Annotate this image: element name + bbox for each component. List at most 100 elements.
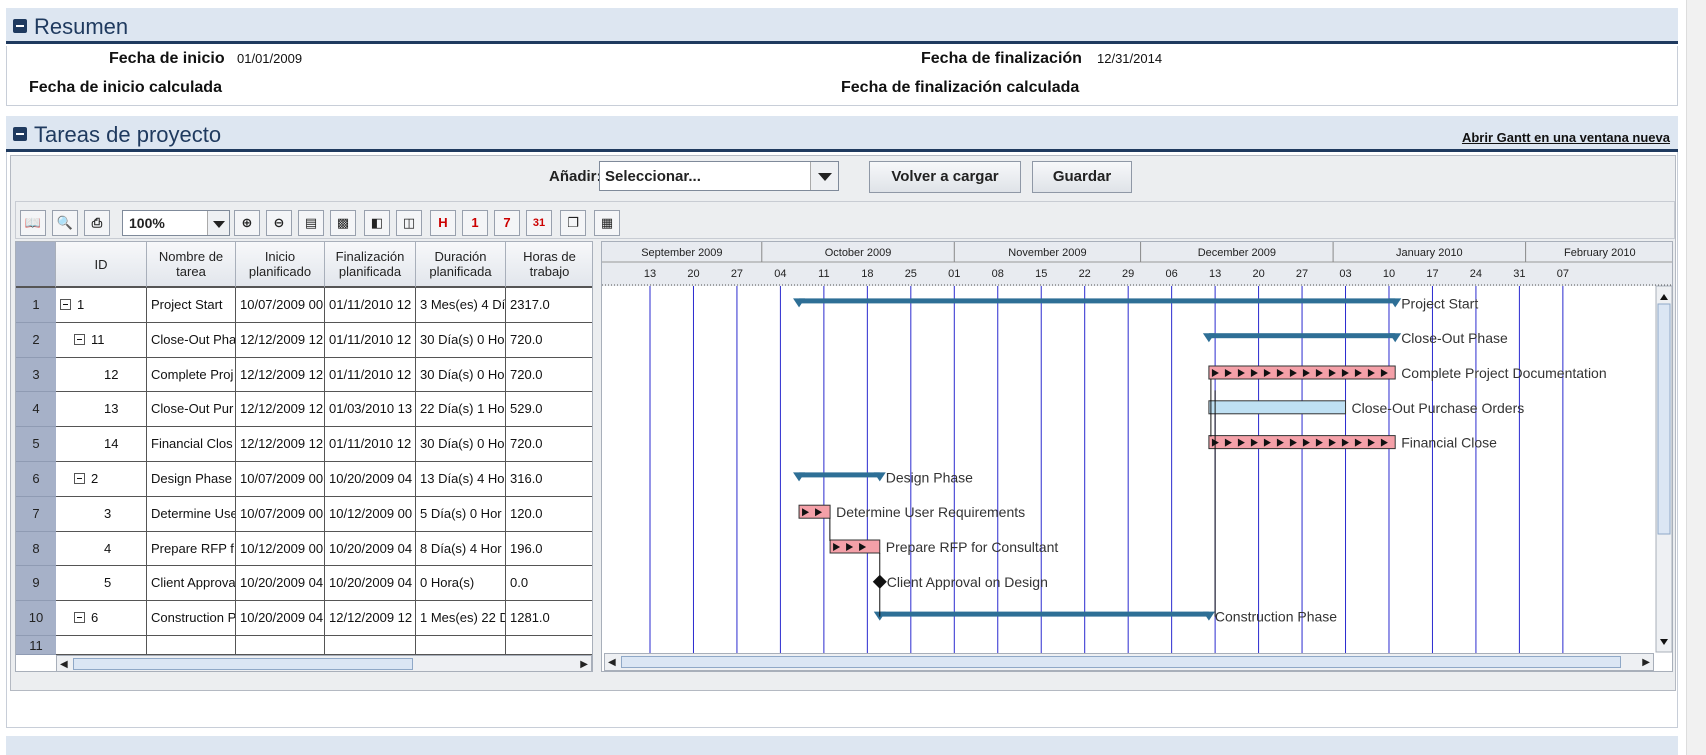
scroll-thumb[interactable] bbox=[73, 658, 413, 670]
cell-start[interactable]: 12/12/2009 12 bbox=[236, 357, 325, 393]
cell-id[interactable]: 11 bbox=[56, 322, 147, 358]
cell-end[interactable]: 01/11/2010 12 bbox=[325, 322, 416, 358]
scroll-left-icon[interactable]: ◀ bbox=[60, 659, 68, 670]
cell-dur[interactable]: 5 Día(s) 0 Hor bbox=[416, 496, 506, 532]
col-header-id[interactable]: ID bbox=[56, 242, 147, 288]
cell-start[interactable]: 10/07/2009 00 bbox=[236, 462, 325, 497]
cell-dur[interactable]: 30 Día(s) 0 Ho bbox=[416, 357, 506, 393]
cell-id[interactable]: 14 bbox=[56, 427, 147, 462]
cell-name[interactable]: Complete Proj bbox=[147, 357, 236, 393]
scroll-right-icon[interactable]: ▶ bbox=[580, 659, 588, 670]
cell-start[interactable]: 10/20/2009 04 bbox=[236, 566, 325, 602]
row-number[interactable]: 7 bbox=[16, 496, 56, 532]
row-number[interactable]: 1 bbox=[16, 288, 56, 323]
cell-dur[interactable]: 30 Día(s) 0 Ho bbox=[416, 427, 506, 462]
cell-id[interactable]: 5 bbox=[56, 566, 147, 602]
cell-name[interactable] bbox=[147, 636, 236, 655]
cell-name[interactable]: Financial Clos bbox=[147, 427, 236, 462]
cell-start[interactable] bbox=[236, 636, 325, 655]
cell-name[interactable]: Construction P bbox=[147, 601, 236, 636]
cell-dur[interactable]: 30 Día(s) 0 Ho bbox=[416, 322, 506, 358]
cell-hours[interactable]: 120.0 bbox=[506, 497, 592, 532]
row-number[interactable]: 11 bbox=[16, 636, 56, 655]
layout-split-icon[interactable]: ◫ bbox=[396, 210, 422, 236]
cell-end[interactable]: 01/11/2010 12 bbox=[325, 288, 416, 323]
open-gantt-link[interactable]: Abrir Gantt en una ventana nueva bbox=[1462, 130, 1670, 145]
cell-hours[interactable]: 1281.0 bbox=[506, 601, 592, 636]
cell-end[interactable]: 10/20/2009 04 bbox=[325, 566, 416, 602]
cell-end[interactable]: 01/11/2010 12 bbox=[325, 357, 416, 393]
row-number[interactable]: 4 bbox=[16, 392, 56, 428]
cell-end[interactable]: 10/20/2009 04 bbox=[325, 462, 416, 497]
row-number[interactable]: 10 bbox=[16, 601, 56, 636]
chevron-down-icon[interactable] bbox=[810, 162, 838, 190]
day-scale-icon[interactable]: 1 bbox=[462, 210, 488, 236]
cell-start[interactable]: 10/07/2009 00 bbox=[236, 288, 325, 323]
cell-start[interactable]: 12/12/2009 12 bbox=[236, 392, 325, 428]
cell-name[interactable]: Design Phase bbox=[147, 462, 236, 497]
cell-id[interactable]: 6 bbox=[56, 601, 147, 636]
week-scale-icon[interactable]: 7 bbox=[494, 210, 520, 236]
cell-dur[interactable]: 3 Mes(es) 4 Dí bbox=[416, 288, 506, 323]
collapse-tree-icon[interactable] bbox=[74, 612, 85, 624]
month-scale-icon[interactable]: 31 bbox=[526, 210, 552, 236]
hour-scale-icon[interactable]: H bbox=[430, 210, 456, 236]
cell-id[interactable]: 2 bbox=[56, 462, 147, 497]
cell-id[interactable]: 13 bbox=[56, 392, 147, 428]
cell-dur[interactable]: 13 Día(s) 4 Ho bbox=[416, 462, 506, 497]
cell-start[interactable]: 10/20/2009 04 bbox=[236, 601, 325, 636]
scroll-thumb[interactable] bbox=[621, 656, 1621, 668]
cell-dur[interactable]: 1 Mes(es) 22 D bbox=[416, 601, 506, 636]
cell-id[interactable]: 4 bbox=[56, 531, 147, 567]
collapse-tree-icon[interactable] bbox=[74, 333, 85, 345]
collapse-tree-icon[interactable] bbox=[74, 473, 85, 484]
save-button[interactable]: Guardar bbox=[1032, 161, 1132, 193]
cell-start[interactable]: 12/12/2009 12 bbox=[236, 322, 325, 358]
col-header-start[interactable]: Inicio planificado bbox=[236, 242, 325, 288]
layout-left-icon[interactable]: ◧ bbox=[364, 210, 390, 236]
cell-hours[interactable]: 316.0 bbox=[506, 462, 592, 497]
cell-hours[interactable]: 196.0 bbox=[506, 532, 592, 567]
zoom-select[interactable]: 100% bbox=[122, 210, 230, 236]
page-scrollbar[interactable] bbox=[1686, 0, 1706, 755]
cell-name[interactable]: Project Start bbox=[147, 288, 236, 323]
book-icon[interactable]: 📖 bbox=[20, 210, 46, 236]
add-select[interactable]: Seleccionar... bbox=[599, 161, 839, 191]
cell-end[interactable]: 10/20/2009 04 bbox=[325, 531, 416, 567]
zoom-out-icon[interactable]: ⊖ bbox=[266, 210, 292, 236]
cell-hours[interactable]: 720.0 bbox=[506, 427, 592, 462]
row-number[interactable]: 2 bbox=[16, 322, 56, 358]
collapse-icon[interactable] bbox=[13, 127, 27, 141]
row-number[interactable]: 9 bbox=[16, 566, 56, 602]
cell-hours[interactable]: 720.0 bbox=[506, 323, 592, 358]
cell-end[interactable]: 01/03/2010 13 bbox=[325, 392, 416, 428]
print-icon[interactable]: ⎙ bbox=[84, 210, 110, 236]
row-number[interactable]: 8 bbox=[16, 531, 56, 567]
row-number[interactable]: 3 bbox=[16, 357, 56, 393]
cell-hours[interactable]: 720.0 bbox=[506, 358, 592, 393]
cell-id[interactable]: 3 bbox=[56, 496, 147, 532]
cell-dur[interactable]: 8 Día(s) 4 Hor bbox=[416, 531, 506, 567]
cell-id[interactable]: 12 bbox=[56, 357, 147, 393]
cell-hours[interactable]: 2317.0 bbox=[506, 288, 592, 323]
collapse-icon[interactable] bbox=[13, 19, 27, 33]
cell-start[interactable]: 10/07/2009 00 bbox=[236, 496, 325, 532]
col-header-end[interactable]: Finalización planificada bbox=[325, 242, 416, 288]
cell-start[interactable]: 10/12/2009 00 bbox=[236, 531, 325, 567]
cell-hours[interactable]: 0.0 bbox=[506, 566, 592, 602]
scroll-left-icon[interactable]: ◀ bbox=[608, 657, 616, 668]
cell-end[interactable] bbox=[325, 636, 416, 655]
cell-end[interactable]: 01/11/2010 12 bbox=[325, 427, 416, 462]
ruler-top-icon[interactable]: ▤ bbox=[298, 210, 324, 236]
chevron-down-icon[interactable] bbox=[207, 211, 229, 235]
cell-start[interactable]: 12/12/2009 12 bbox=[236, 427, 325, 462]
reload-button[interactable]: Volver a cargar bbox=[869, 161, 1021, 193]
print-preview-icon[interactable]: 🔍 bbox=[52, 210, 78, 236]
window-icon[interactable]: ❐ bbox=[560, 210, 586, 236]
cell-end[interactable]: 10/12/2009 00 bbox=[325, 496, 416, 532]
cell-id[interactable] bbox=[56, 636, 147, 655]
cell-hours[interactable]: 529.0 bbox=[506, 392, 592, 428]
cell-name[interactable]: Client Approva bbox=[147, 566, 236, 602]
collapse-tree-icon[interactable] bbox=[60, 299, 71, 310]
cell-dur[interactable]: 0 Hora(s) bbox=[416, 566, 506, 602]
